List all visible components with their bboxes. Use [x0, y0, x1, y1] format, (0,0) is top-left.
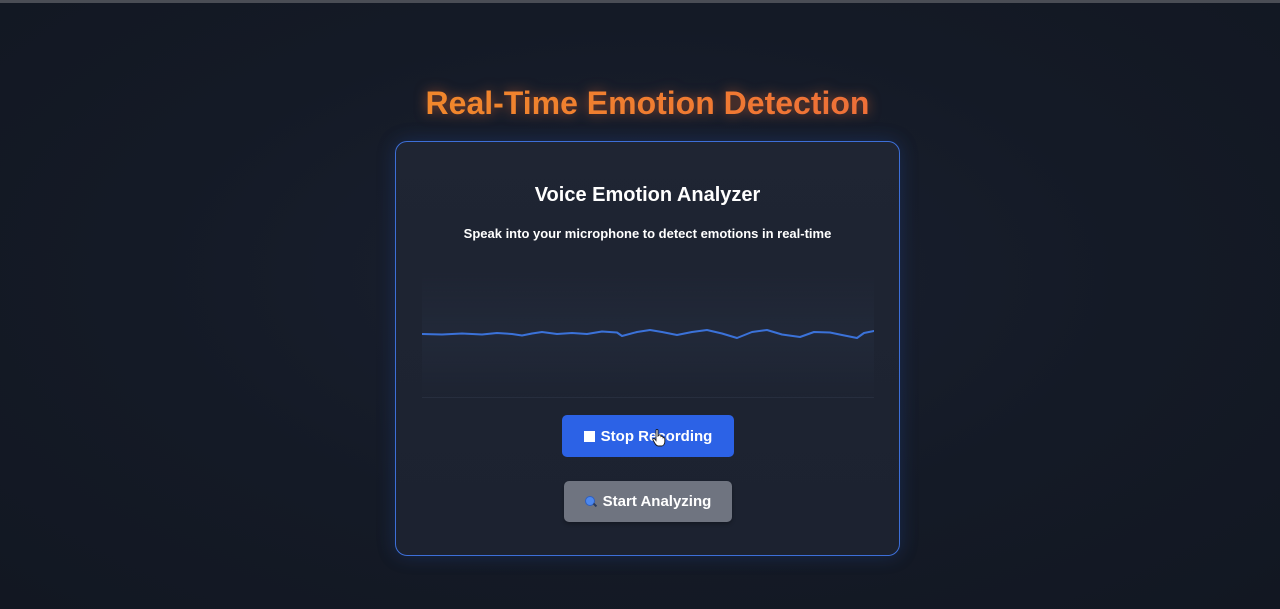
- page-background: Real-Time Emotion Detection Voice Emotio…: [0, 3, 1280, 609]
- waveform-graphic: [422, 329, 874, 339]
- audio-waveform-visualizer: [422, 272, 874, 398]
- stop-recording-button[interactable]: Stop Recording: [562, 415, 734, 457]
- start-analyzing-label: Start Analyzing: [602, 493, 712, 510]
- page-title: Real-Time Emotion Detection: [0, 85, 1280, 122]
- magnifier-icon: [584, 495, 597, 508]
- start-analyzing-button[interactable]: Start Analyzing: [564, 481, 732, 522]
- hand-pointer-cursor-icon: [652, 429, 666, 447]
- waveform-line: [422, 329, 874, 339]
- stop-square-icon: [583, 430, 595, 442]
- card-title: Voice Emotion Analyzer: [534, 184, 761, 206]
- card-subtitle: Speak into your microphone to detect emo…: [463, 226, 832, 241]
- analyzer-card: Voice Emotion Analyzer Speak into your m…: [395, 141, 900, 556]
